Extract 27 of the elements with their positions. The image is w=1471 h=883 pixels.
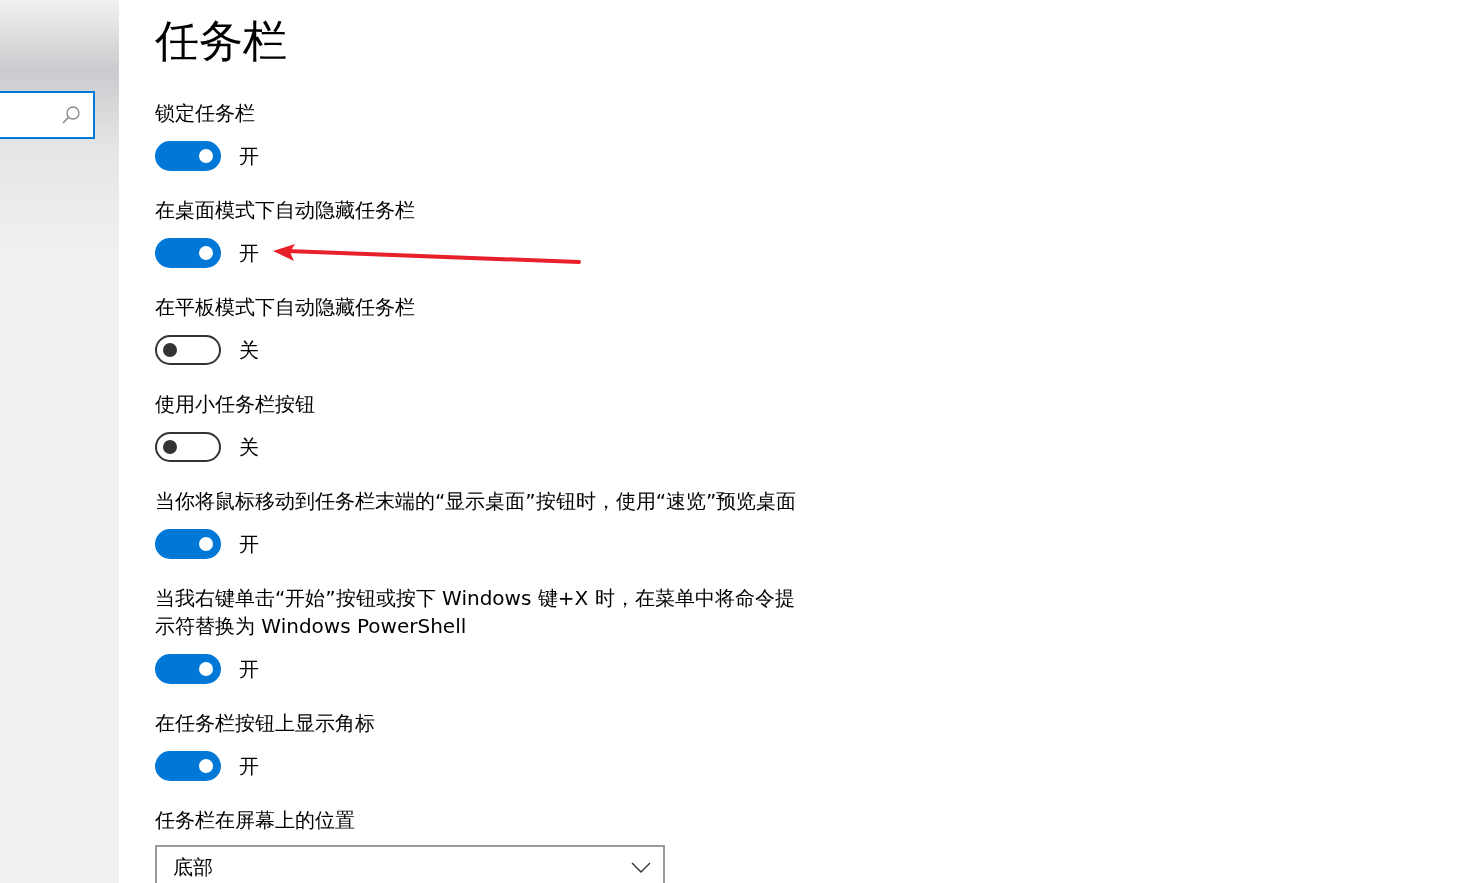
toggle-switch[interactable] bbox=[155, 654, 221, 684]
setting-label: 当我右键单击“开始”按钮或按下 Windows 键+X 时，在菜单中将命令提示符替换为 Windows PowerShell bbox=[155, 585, 796, 640]
toggle-state-text: 开 bbox=[239, 143, 259, 170]
search-icon bbox=[61, 105, 81, 125]
setting-label: 使用小任务栏按钮 bbox=[155, 391, 316, 418]
setting-label: 在桌面模式下自动隐藏任务栏 bbox=[155, 197, 416, 224]
chevron-down-icon bbox=[631, 861, 651, 873]
search-field[interactable] bbox=[0, 91, 95, 139]
toggle-switch[interactable] bbox=[155, 432, 221, 462]
toggle-switch[interactable] bbox=[155, 529, 221, 559]
toggle-switch[interactable] bbox=[155, 141, 221, 171]
toggle-switch[interactable] bbox=[155, 751, 221, 781]
page-title: 任务栏 bbox=[155, 15, 287, 67]
toggle-state-text: 开 bbox=[239, 656, 259, 683]
toggle-state-text: 开 bbox=[239, 753, 259, 780]
toggle-state-text: 关 bbox=[239, 337, 259, 364]
setting-label: 任务栏在屏幕上的位置 bbox=[155, 807, 356, 834]
setting-label: 在任务栏按钮上显示角标 bbox=[155, 710, 376, 737]
toggle-switch[interactable] bbox=[155, 238, 221, 268]
toggle-state-text: 开 bbox=[239, 240, 259, 267]
toggle-state-text: 开 bbox=[239, 531, 259, 558]
toggle-state-text: 关 bbox=[239, 434, 259, 461]
toggle-switch[interactable] bbox=[155, 335, 221, 365]
setting-label: 在平板模式下自动隐藏任务栏 bbox=[155, 294, 416, 321]
setting-label: 当你将鼠标移动到任务栏末端的“显示桌面”按钮时，使用“速览”预览桌面 bbox=[155, 488, 798, 515]
dropdown[interactable]: 底部 bbox=[155, 845, 665, 883]
setting-label: 锁定任务栏 bbox=[155, 100, 256, 127]
